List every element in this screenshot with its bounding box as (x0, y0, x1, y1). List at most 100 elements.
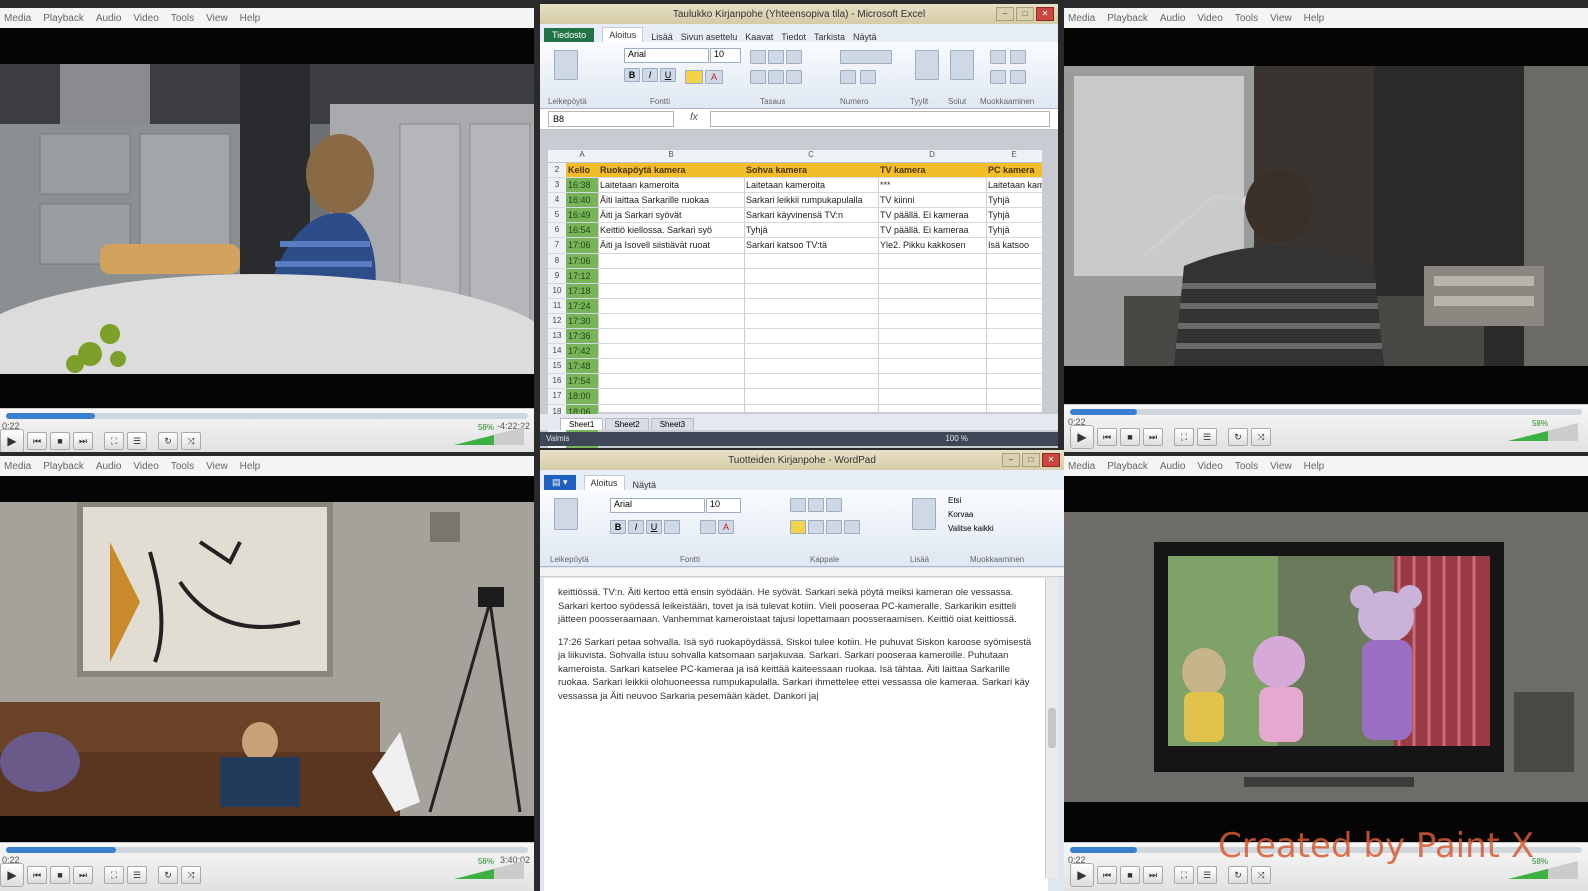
table-cell[interactable] (986, 389, 1042, 403)
table-cell[interactable]: Tyhjä (986, 223, 1042, 237)
table-cell[interactable] (878, 374, 987, 389)
loop-icon[interactable]: ↻ (1228, 866, 1248, 884)
function-icon[interactable]: fx (690, 112, 698, 123)
table-cell[interactable] (878, 283, 987, 298)
menu-audio[interactable]: Audio (1160, 13, 1186, 24)
play-icon[interactable]: ▶ (1070, 863, 1094, 887)
table-cell[interactable]: Tyhjä (986, 193, 1042, 207)
time-cell[interactable]: 16:38 (566, 178, 599, 193)
align-bottom-icon[interactable] (786, 50, 802, 64)
volume-slider[interactable] (454, 861, 524, 879)
row-number[interactable]: 10 (548, 283, 567, 298)
underline-icon[interactable]: U (646, 520, 662, 534)
stop-icon[interactable]: ■ (1120, 866, 1140, 884)
table-cell[interactable] (986, 284, 1042, 298)
align-right-icon[interactable] (786, 70, 802, 84)
table-cell[interactable] (598, 359, 745, 374)
insert-picture-icon[interactable] (912, 498, 936, 530)
time-cell[interactable]: 18:00 (566, 389, 599, 404)
table-cell[interactable] (598, 344, 745, 359)
align-left-icon[interactable] (790, 520, 806, 534)
find-button[interactable]: Etsi (948, 496, 961, 505)
row-number[interactable]: 2 (548, 163, 567, 178)
menu-playback[interactable]: Playback (1107, 461, 1148, 472)
table-cell[interactable] (986, 344, 1042, 358)
table-cell[interactable] (878, 359, 987, 374)
close-icon[interactable]: ✕ (1036, 7, 1054, 21)
menu-tools[interactable]: Tools (1235, 461, 1258, 472)
column-header-b[interactable]: B (598, 150, 744, 159)
italic-icon[interactable]: I (628, 520, 644, 534)
tab-insert[interactable]: Lisää (651, 32, 673, 42)
play-icon[interactable]: ▶ (0, 863, 24, 887)
menu-view[interactable]: View (206, 461, 228, 472)
table-cell[interactable] (986, 359, 1042, 373)
formula-input[interactable] (710, 111, 1050, 127)
row-number[interactable]: 5 (548, 208, 567, 223)
table-cell[interactable] (878, 313, 987, 329)
header-cell[interactable]: Sohva kamera (744, 163, 879, 178)
fill-color-icon[interactable] (685, 70, 703, 84)
playlist-icon[interactable]: ☰ (127, 432, 147, 450)
row-number[interactable]: 3 (548, 178, 567, 193)
vertical-scrollbar[interactable] (1045, 578, 1058, 878)
loop-icon[interactable]: ↻ (1228, 428, 1248, 446)
shuffle-icon[interactable]: ⤨ (1251, 866, 1271, 884)
volume-slider[interactable] (454, 427, 524, 445)
bold-icon[interactable]: B (610, 520, 626, 534)
time-cell[interactable]: 17:06 (566, 238, 599, 253)
table-cell[interactable]: Keittiö kiellossa. Sarkari syö (598, 223, 745, 238)
table-cell[interactable] (744, 374, 879, 389)
row-number[interactable]: 8 (548, 253, 567, 268)
shuffle-icon[interactable]: ⤨ (1251, 428, 1271, 446)
table-cell[interactable]: Tyhjä (986, 208, 1042, 222)
font-name-box[interactable]: Arial (610, 498, 705, 513)
time-cell[interactable]: 17:12 (566, 268, 599, 283)
loop-icon[interactable]: ↻ (158, 866, 178, 884)
sort-filter-icon[interactable] (1010, 50, 1026, 64)
minimize-icon[interactable]: – (996, 7, 1014, 21)
table-cell[interactable] (878, 389, 987, 404)
table-cell[interactable] (878, 329, 987, 344)
document-area[interactable]: keittiössä. TV:n. Äiti kertoo että ensin… (544, 578, 1048, 891)
align-left-icon[interactable] (750, 70, 766, 84)
menu-view[interactable]: View (1270, 13, 1292, 24)
table-cell[interactable] (598, 283, 745, 298)
menu-playback[interactable]: Playback (1107, 13, 1148, 24)
header-cell[interactable]: PC kamera (986, 163, 1042, 178)
shuffle-icon[interactable]: ⤨ (181, 432, 201, 450)
table-cell[interactable] (598, 329, 745, 344)
list-icon[interactable] (826, 498, 842, 512)
tab-review[interactable]: Tarkista (814, 32, 845, 42)
row-number[interactable]: 4 (548, 193, 567, 208)
fullscreen-icon[interactable]: ⛶ (104, 866, 124, 884)
table-cell[interactable] (598, 268, 745, 283)
menu-audio[interactable]: Audio (96, 461, 122, 472)
maximize-icon[interactable]: □ (1022, 453, 1040, 467)
playlist-icon[interactable]: ☰ (1197, 866, 1217, 884)
table-cell[interactable]: *** (878, 178, 987, 193)
tab-home[interactable]: Aloitus (583, 475, 625, 490)
shuffle-icon[interactable]: ⤨ (181, 866, 201, 884)
table-cell[interactable] (598, 298, 745, 313)
font-name-box[interactable]: Arial (624, 48, 709, 63)
fill-icon[interactable] (990, 70, 1006, 84)
table-cell[interactable] (878, 268, 987, 283)
table-cell[interactable] (598, 389, 745, 404)
row-number[interactable]: 12 (548, 313, 567, 329)
time-cell[interactable]: 16:49 (566, 208, 599, 223)
play-icon[interactable]: ▶ (1070, 425, 1094, 449)
time-cell[interactable]: 17:54 (566, 374, 599, 389)
menu-playback[interactable]: Playback (43, 461, 84, 472)
volume-slider[interactable] (1508, 423, 1578, 441)
menu-video[interactable]: Video (1197, 461, 1222, 472)
menu-audio[interactable]: Audio (1160, 461, 1186, 472)
row-number[interactable]: 17 (548, 389, 567, 404)
paste-icon[interactable] (554, 50, 578, 80)
table-cell[interactable] (744, 283, 879, 298)
table-cell[interactable] (598, 313, 745, 329)
table-cell[interactable]: Äiti ja Sarkari syövät (598, 208, 745, 223)
align-right-icon[interactable] (826, 520, 842, 534)
playlist-icon[interactable]: ☰ (1197, 428, 1217, 446)
table-cell[interactable] (986, 329, 1042, 343)
